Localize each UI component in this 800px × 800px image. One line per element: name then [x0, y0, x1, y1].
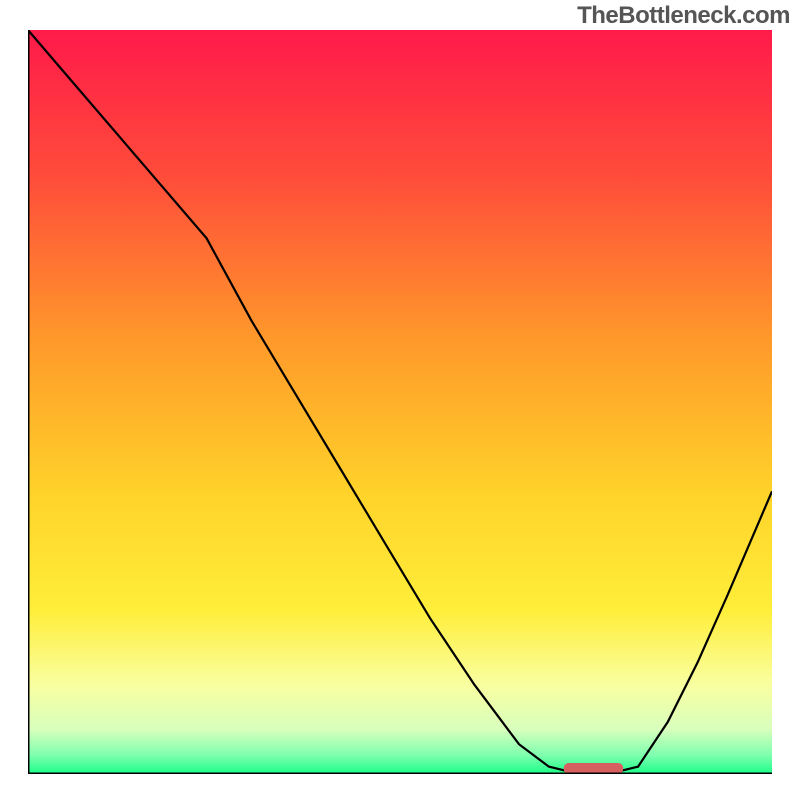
optimal-range-marker [564, 763, 624, 774]
chart-svg [28, 30, 772, 774]
chart-container: TheBottleneck.com [0, 0, 800, 800]
watermark-label: TheBottleneck.com [577, 2, 790, 30]
plot-area [28, 30, 772, 774]
chart-background [28, 30, 772, 774]
